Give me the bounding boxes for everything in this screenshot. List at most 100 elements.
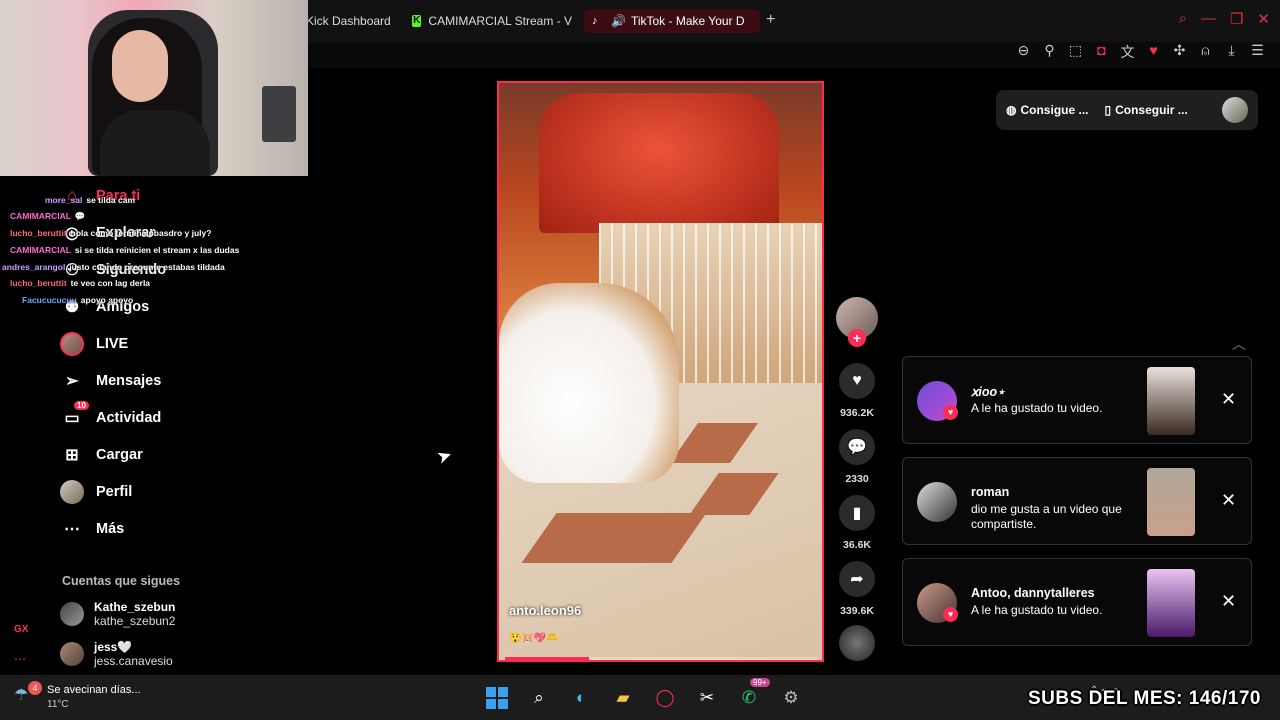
tab-tiktok[interactable]: ♪ 🔊 TikTok - Make Your D bbox=[584, 9, 760, 33]
live-avatar bbox=[60, 332, 84, 356]
weather-icon[interactable]: ☂ bbox=[14, 685, 28, 705]
account-icon[interactable]: ⍝ bbox=[1197, 42, 1214, 62]
tab-camimarcial-stream[interactable]: K CAMIMARCIAL Stream - V bbox=[412, 9, 572, 33]
whatsapp-icon[interactable]: ✆ 99+ bbox=[734, 678, 770, 713]
notification-card[interactable]: roman dio me gusta a un video que compar… bbox=[902, 457, 1252, 545]
share-icon: ➦ bbox=[850, 571, 864, 588]
get-coins-button[interactable]: ◍ Consigue ... bbox=[1006, 103, 1089, 117]
pin-icon[interactable]: ⚲ bbox=[1041, 42, 1058, 62]
notification-thumbnail[interactable] bbox=[1147, 367, 1195, 435]
sidebar-item-label: Cargar bbox=[96, 447, 143, 463]
whatsapp-badge: 99+ bbox=[750, 678, 770, 687]
sidebar-item-mas[interactable]: ⋯ Más bbox=[60, 517, 124, 541]
window-controls: ⌕ — ❐ ✕ bbox=[1179, 10, 1270, 28]
tab-label: CAMIMARCIAL Stream - V bbox=[428, 14, 572, 28]
heart-icon: ♥ bbox=[852, 372, 862, 389]
get-app-label: Conseguir ... bbox=[1115, 103, 1188, 117]
avatar bbox=[60, 642, 84, 666]
folder-icon[interactable]: ▰ bbox=[608, 683, 638, 713]
following-username: kathe_szebun2 bbox=[94, 614, 176, 628]
profile-avatar bbox=[60, 480, 84, 504]
close-icon[interactable]: ✕ bbox=[1221, 490, 1236, 511]
sidebar-item-actividad[interactable]: ▭ 10 Actividad bbox=[60, 401, 161, 430]
video-progress-bar[interactable] bbox=[505, 657, 817, 660]
notification-name: Antoo, dannytalleres bbox=[971, 586, 1095, 600]
share-button[interactable]: ➦ bbox=[839, 561, 875, 597]
like-button[interactable]: ♥ bbox=[839, 363, 875, 399]
weather-title[interactable]: Se avecinan días... bbox=[47, 684, 141, 696]
save-button[interactable]: ▮ bbox=[839, 495, 875, 531]
following-username: jess.canavesio bbox=[94, 654, 173, 668]
chat-line: lucho_beruttit hola como termina pbasdro … bbox=[10, 228, 211, 238]
translate-icon[interactable]: 文 bbox=[1119, 42, 1136, 62]
opera-gx-icon[interactable]: ◯ bbox=[650, 683, 680, 713]
sidebar-item-label: Perfil bbox=[96, 484, 133, 500]
notification-card[interactable]: ♥ ⅹiᴏᴏ⋆ A le ha gustado tu video. ✕ bbox=[902, 356, 1252, 444]
search-icon[interactable]: ⌕ bbox=[1179, 10, 1187, 28]
comment-button[interactable]: 💬 bbox=[839, 429, 875, 465]
bookmark-icon: ▮ bbox=[852, 505, 862, 522]
following-item[interactable]: Kathe_szebun kathe_szebun2 bbox=[60, 600, 175, 628]
close-icon[interactable]: ✕ bbox=[1221, 389, 1236, 410]
tab-kick-dashboard[interactable]: Kick Dashboard bbox=[306, 9, 391, 33]
extensions-icon[interactable]: ✣ bbox=[1171, 42, 1188, 62]
phone-icon: ▯ bbox=[1104, 103, 1112, 117]
activity-badge: 10 bbox=[74, 401, 89, 410]
notification-thumbnail[interactable] bbox=[1147, 468, 1195, 536]
notification-thumbnail[interactable] bbox=[1147, 569, 1195, 637]
chat-message: te veo con lag derla bbox=[70, 278, 151, 288]
heart-icon: ♥ bbox=[943, 607, 958, 622]
chat-line: more_sal se tilda cam bbox=[45, 195, 135, 205]
video-progress-fill bbox=[505, 657, 590, 660]
sidebar-item-cargar[interactable]: ⊞ Cargar bbox=[60, 443, 143, 467]
video-caption: 😲🐹💖🫶 bbox=[509, 633, 559, 644]
upload-icon: ⊞ bbox=[65, 447, 79, 464]
maximize-icon[interactable]: ❐ bbox=[1230, 10, 1243, 28]
speaker-icon[interactable]: 🔊 bbox=[611, 14, 626, 28]
chat-user: Facucucucuu bbox=[22, 295, 77, 305]
notification-card[interactable]: ♥ Antoo, dannytalleres A le ha gustado t… bbox=[902, 558, 1252, 646]
edge-icon[interactable]: ◐ bbox=[566, 683, 596, 713]
weather-badge: 4 bbox=[28, 681, 42, 695]
music-disc-icon[interactable] bbox=[839, 625, 875, 661]
video-cat bbox=[499, 283, 679, 483]
tab-label: Kick Dashboard bbox=[306, 14, 391, 28]
screenshot-icon[interactable]: ⬚ bbox=[1067, 42, 1084, 62]
notification-name: roman bbox=[971, 485, 1010, 499]
mouse-cursor-icon: ➤ bbox=[433, 444, 455, 469]
video-author[interactable]: anto.leon96 bbox=[509, 603, 581, 618]
follow-plus-icon[interactable]: + bbox=[848, 329, 866, 347]
more-icon: ⋯ bbox=[64, 521, 80, 538]
settings-icon[interactable]: ⚙ bbox=[776, 683, 806, 713]
coin-icon: ◍ bbox=[1006, 103, 1017, 117]
menu-icon[interactable]: ☰ bbox=[1249, 42, 1266, 62]
sidebar-item-perfil[interactable]: Perfil bbox=[60, 480, 132, 504]
following-item[interactable]: jess🤍 jess.canavesio bbox=[60, 640, 173, 668]
save-count: 36.6K bbox=[842, 539, 872, 551]
chat-message: apoyo apoyo bbox=[80, 295, 134, 305]
heart-icon[interactable]: ♥ bbox=[1145, 42, 1162, 62]
chat-message: hola como termina pbasdro y july? bbox=[70, 228, 212, 238]
video-player[interactable]: anto.leon96 😲🐹💖🫶 bbox=[497, 81, 824, 662]
search-icon[interactable]: ⌕ bbox=[524, 683, 554, 713]
gx-icon[interactable]: GX bbox=[14, 624, 28, 635]
chat-user: more_sal bbox=[45, 195, 83, 205]
start-button[interactable] bbox=[482, 683, 512, 713]
sidebar-item-mensajes[interactable]: ➢ Mensajes bbox=[60, 369, 161, 393]
close-icon[interactable]: ✕ bbox=[1221, 591, 1236, 612]
profile-avatar-button[interactable] bbox=[1222, 97, 1248, 123]
get-app-button[interactable]: ▯ Conseguir ... bbox=[1105, 103, 1188, 117]
sidebar-item-live[interactable]: LIVE bbox=[60, 332, 128, 356]
close-icon[interactable]: ✕ bbox=[1257, 10, 1270, 28]
chevron-up-icon[interactable]: ︿ bbox=[1232, 334, 1246, 354]
pocket-icon[interactable]: ◘ bbox=[1093, 42, 1110, 62]
chat-user: lucho_beruttit bbox=[10, 228, 67, 238]
zoom-out-icon[interactable]: ⊖ bbox=[1015, 42, 1032, 62]
capcut-icon[interactable]: ✂ bbox=[692, 683, 722, 713]
new-tab-button[interactable]: + bbox=[766, 11, 775, 29]
minimize-icon[interactable]: — bbox=[1201, 10, 1216, 28]
chat-user: CAMIMARCIAL bbox=[10, 245, 71, 255]
avatar bbox=[60, 602, 84, 626]
more-dots-icon[interactable]: ⋯ bbox=[14, 652, 26, 666]
download-icon[interactable]: ⤓ bbox=[1223, 42, 1240, 62]
